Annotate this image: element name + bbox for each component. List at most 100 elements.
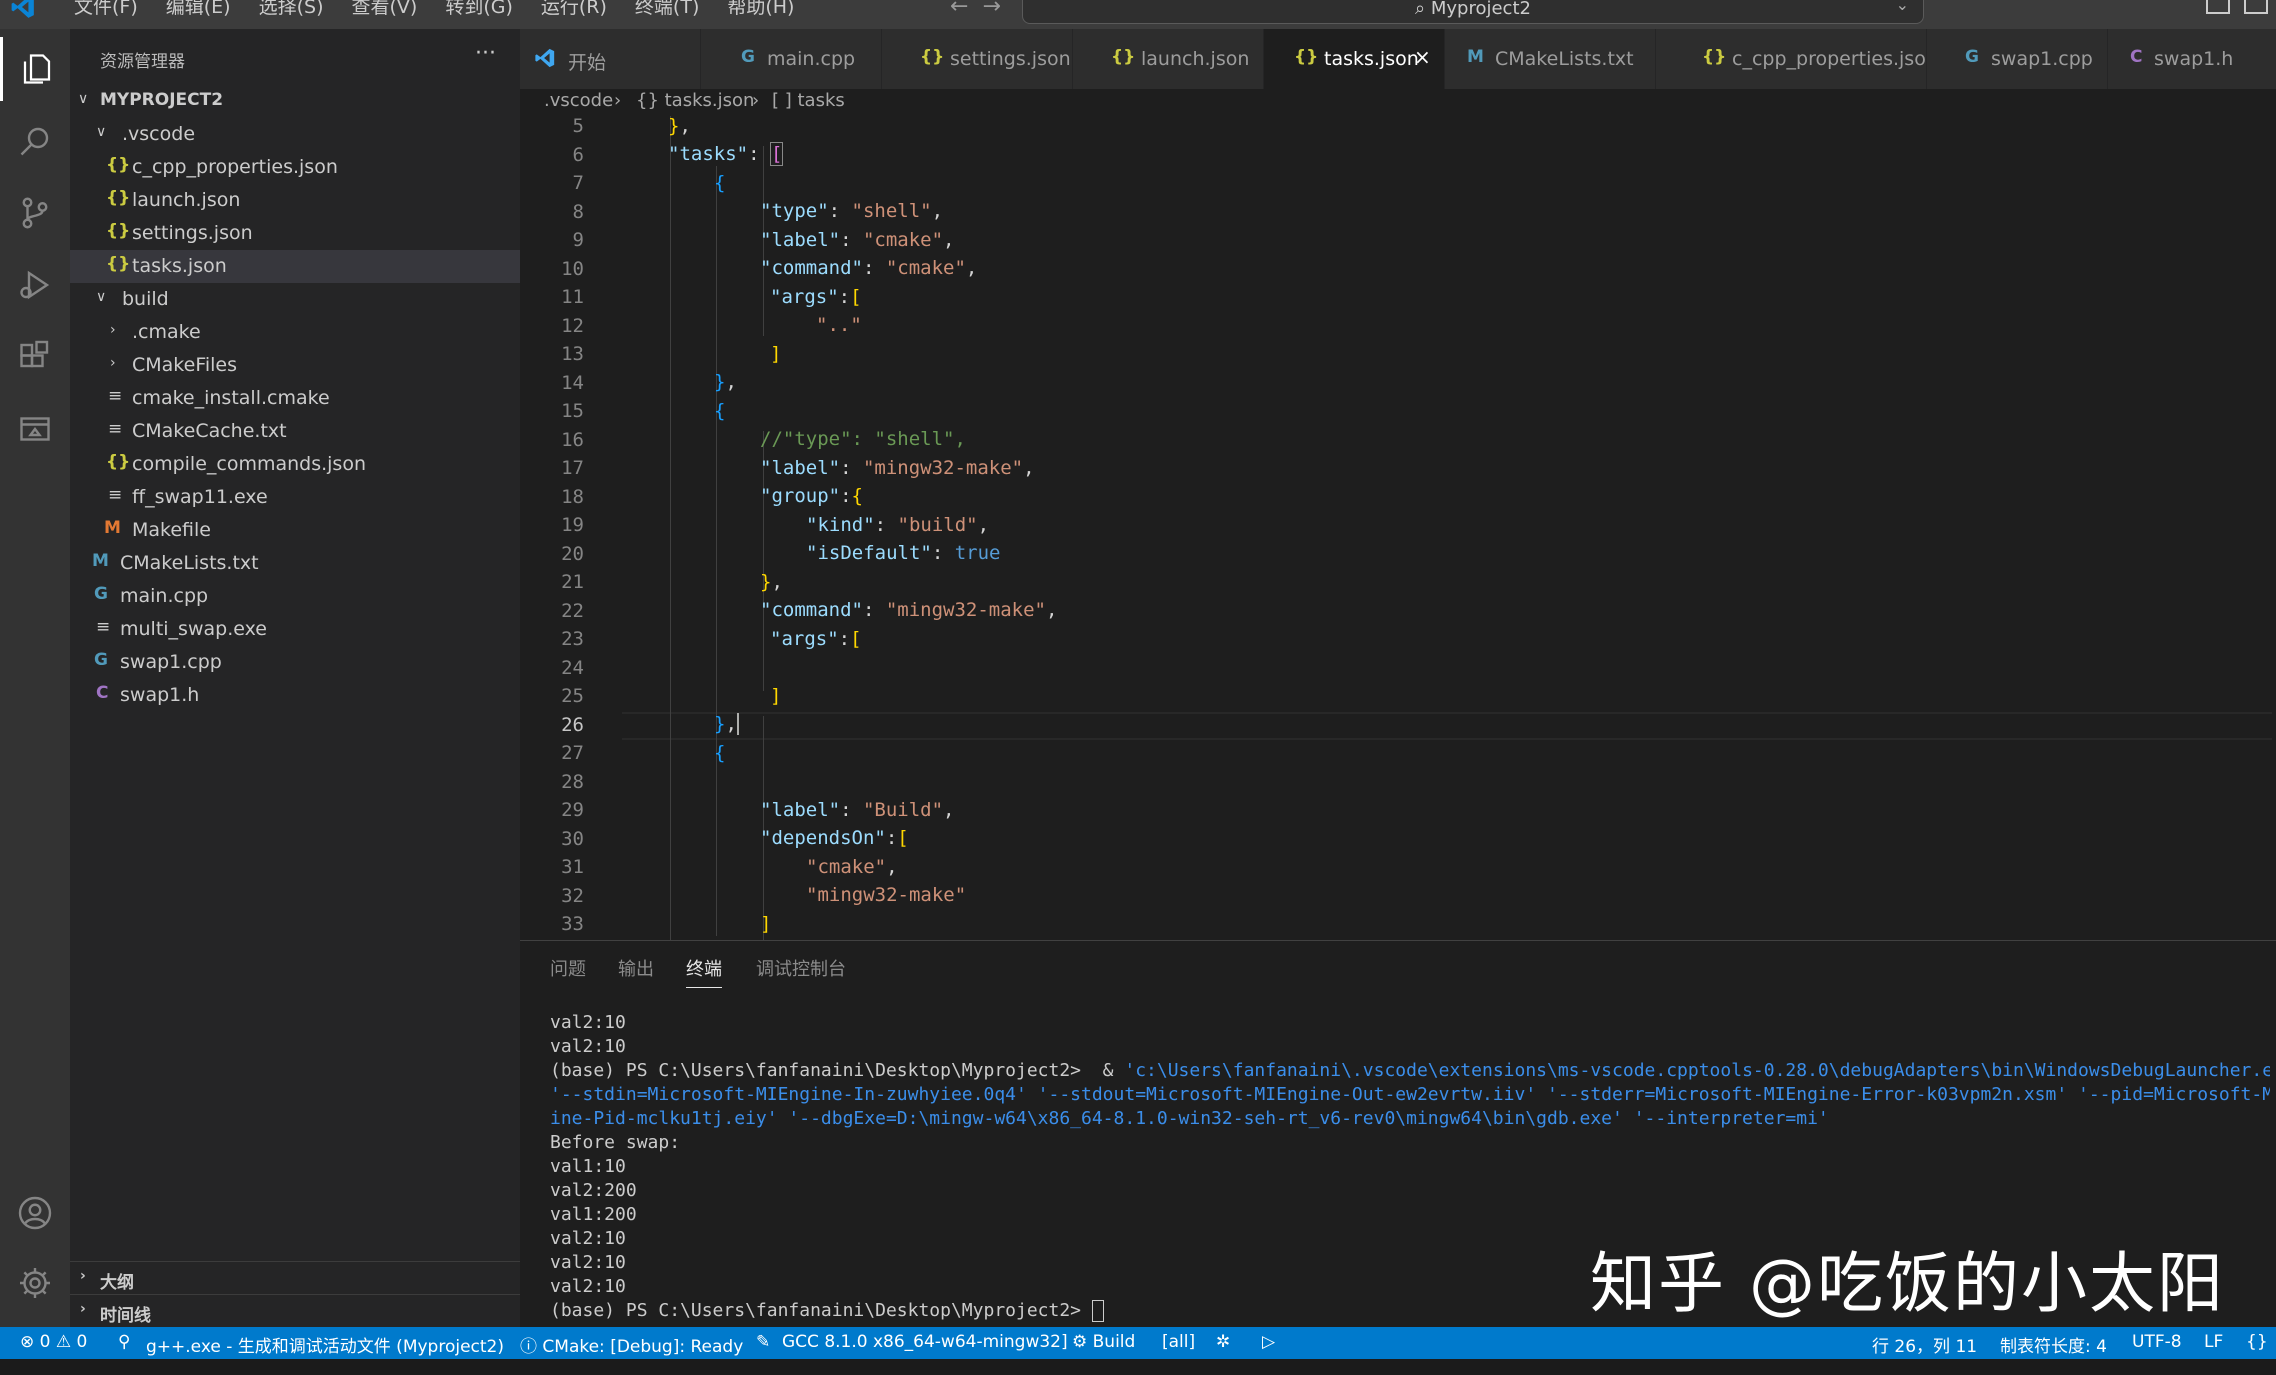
more-actions-icon[interactable]: ···: [475, 41, 496, 66]
cmake-status[interactable]: ⓘ CMake: [Debug]: Ready: [520, 1332, 743, 1357]
tree-file-settings[interactable]: {} settings.json: [70, 217, 520, 250]
code-editor[interactable]: 5 6 7 8 9 10 11 12 13 14 15 16 17 18 19 20 21 22 23 24 25 26 2…: [520, 116, 2276, 940]
code-line-7: {: [714, 172, 726, 194]
build-button[interactable]: ⚙ Build: [1072, 1332, 1135, 1352]
command-center[interactable]: ⌕ Myproject2 ⌄: [1022, 0, 1924, 24]
chevron-down-icon[interactable]: ⌄: [1896, 0, 1909, 14]
tree-file-compile-commands[interactable]: {} compile_commands.json: [70, 448, 520, 481]
tab-c-cpp-properties[interactable]: {} c_cpp_properties.json: [1656, 29, 1938, 89]
menu-go[interactable]: 转到(G): [431, 0, 527, 19]
launch-play-icon[interactable]: ▷: [1262, 1332, 1275, 1352]
tab-problems[interactable]: 问题: [550, 955, 586, 981]
tab-tasks-json[interactable]: {} tasks.json ×: [1264, 29, 1445, 89]
tree-file-cmake-install[interactable]: ≡ cmake_install.cmake: [70, 382, 520, 415]
back-arrow-icon[interactable]: ←: [950, 0, 982, 19]
breadcrumb: .vscode › {} tasks.json › [ ] tasks: [520, 89, 2276, 116]
menu-selection[interactable]: 选择(S): [245, 0, 338, 19]
tab-size[interactable]: 制表符长度: 4: [2000, 1332, 2107, 1357]
breadcrumb-folder[interactable]: .vscode: [544, 90, 613, 111]
tab-cmakelists[interactable]: M CMakeLists.txt: [1445, 29, 1656, 89]
tab-label: swap1.h: [2154, 48, 2234, 70]
title-bar: 文件(F) 编辑(E) 选择(S) 查看(V) 转到(G) 运行(R) 终端(T…: [0, 0, 2276, 29]
tree-item-label: .vscode: [122, 123, 196, 145]
tree-file-cmakelists[interactable]: M CMakeLists.txt: [70, 547, 520, 580]
line-number: 33: [561, 913, 584, 935]
toggle-sidebar-icon[interactable]: [2206, 0, 2230, 14]
run-debug-icon[interactable]: [0, 253, 70, 317]
tree-folder-cmakefiles[interactable]: › CMakeFiles: [70, 349, 520, 382]
menu-run[interactable]: 运行(R): [527, 0, 621, 19]
menu-terminal[interactable]: 终端(T): [621, 0, 713, 19]
tab-main-cpp[interactable]: G main.cpp: [701, 29, 882, 89]
terminal-line: val2:200: [550, 1180, 637, 1201]
language-mode[interactable]: {}: [2246, 1332, 2268, 1352]
kit-selector[interactable]: GCC 8.1.0 x86_64-w64-mingw32]: [782, 1332, 1068, 1352]
tree-folder-build[interactable]: ∨ build: [70, 283, 520, 316]
code-line-17: "label": "mingw32-make",: [760, 457, 1035, 479]
remote-explorer-icon[interactable]: [0, 397, 70, 461]
tree-file-multi-swap[interactable]: ≡ multi_swap.exe: [70, 613, 520, 646]
tree-file-cmakecache[interactable]: ≡ CMakeCache.txt: [70, 415, 520, 448]
cursor-position[interactable]: 行 26，列 11: [1872, 1332, 1977, 1357]
tree-file-makefile[interactable]: M Makefile: [70, 514, 520, 547]
tab-debug-console[interactable]: 调试控制台: [756, 955, 846, 981]
tree-file-launch[interactable]: {} launch.json: [70, 184, 520, 217]
tree-file-ff-swap11[interactable]: ≡ ff_swap11.exe: [70, 481, 520, 514]
tab-terminal[interactable]: 终端: [686, 955, 722, 988]
tab-output[interactable]: 输出: [618, 955, 654, 981]
breadcrumb-symbol[interactable]: [ ] tasks: [772, 90, 845, 111]
outline-section[interactable]: › 大纲: [70, 1261, 520, 1295]
tree-item-label: cmake_install.cmake: [132, 387, 330, 409]
source-control-icon[interactable]: [0, 181, 70, 245]
tree-item-label: multi_swap.exe: [120, 618, 267, 640]
code-line-19: "kind": "build",: [806, 514, 990, 536]
problems-indicator[interactable]: ⊗ 0 ⚠ 0: [20, 1332, 87, 1352]
tab-launch-json[interactable]: {} launch.json: [1073, 29, 1264, 89]
tab-swap1-h[interactable]: C swap1.h: [2108, 29, 2276, 89]
extensions-icon[interactable]: [0, 325, 70, 389]
terminal-line: val1:200: [550, 1204, 637, 1225]
tree-file-tasks[interactable]: {} tasks.json: [70, 250, 520, 283]
header-file-icon: C: [96, 683, 109, 703]
text-file-icon: ≡: [108, 485, 123, 505]
account-icon[interactable]: [0, 1181, 70, 1245]
tree-folder-vscode[interactable]: ∨ .vscode: [70, 118, 520, 151]
menu-view[interactable]: 查看(V): [338, 0, 432, 19]
tree-folder-cmake[interactable]: › .cmake: [70, 316, 520, 349]
tree-file-swap1-h[interactable]: C swap1.h: [70, 679, 520, 712]
build-target[interactable]: [all]: [1162, 1332, 1195, 1352]
project-root[interactable]: ∨ MYPROJECT2: [70, 85, 520, 118]
breadcrumb-file[interactable]: {} tasks.json: [636, 90, 754, 111]
chevron-right-icon: ›: [80, 1301, 86, 1317]
tree-item-label: launch.json: [132, 189, 241, 211]
menu-help[interactable]: 帮助(H): [713, 0, 808, 19]
code-line-5: },: [668, 116, 691, 137]
menu-file[interactable]: 文件(F): [60, 0, 152, 19]
explorer-icon[interactable]: [0, 37, 70, 101]
terminal-line: val1:10: [550, 1156, 626, 1177]
tab-label: CMakeLists.txt: [1495, 48, 1634, 70]
tab-welcome[interactable]: 开始: [520, 29, 701, 89]
cmake-file-icon: M: [1467, 47, 1484, 67]
debug-bug-icon[interactable]: ✲: [1216, 1332, 1230, 1352]
code-line-22: "command": "mingw32-make",: [760, 599, 1058, 621]
tree-file-swap1-cpp[interactable]: G swap1.cpp: [70, 646, 520, 679]
encoding[interactable]: UTF-8: [2132, 1332, 2182, 1352]
line-ending[interactable]: LF: [2204, 1332, 2223, 1352]
active-task[interactable]: g++.exe - 生成和调试活动文件 (Myproject2): [146, 1332, 504, 1357]
menu-edit[interactable]: 编辑(E): [152, 0, 245, 19]
close-tab-icon[interactable]: ×: [1414, 45, 1431, 69]
tree-file-c-cpp-properties[interactable]: {} c_cpp_properties.json: [70, 151, 520, 184]
tree-file-main-cpp[interactable]: G main.cpp: [70, 580, 520, 613]
line-number: 6: [572, 143, 584, 166]
code-line-18: "group":{: [760, 485, 863, 507]
timeline-section[interactable]: › 时间线: [70, 1294, 520, 1328]
tab-swap1-cpp[interactable]: G swap1.cpp: [1927, 29, 2108, 89]
forward-arrow-icon[interactable]: →: [982, 0, 1014, 19]
tab-settings-json[interactable]: {} settings.json: [882, 29, 1073, 89]
search-icon[interactable]: [0, 109, 70, 173]
toggle-panel-icon[interactable]: [2244, 0, 2268, 14]
settings-gear-icon[interactable]: [0, 1251, 70, 1315]
tab-label: main.cpp: [767, 48, 856, 70]
tab-label: launch.json: [1141, 48, 1250, 70]
